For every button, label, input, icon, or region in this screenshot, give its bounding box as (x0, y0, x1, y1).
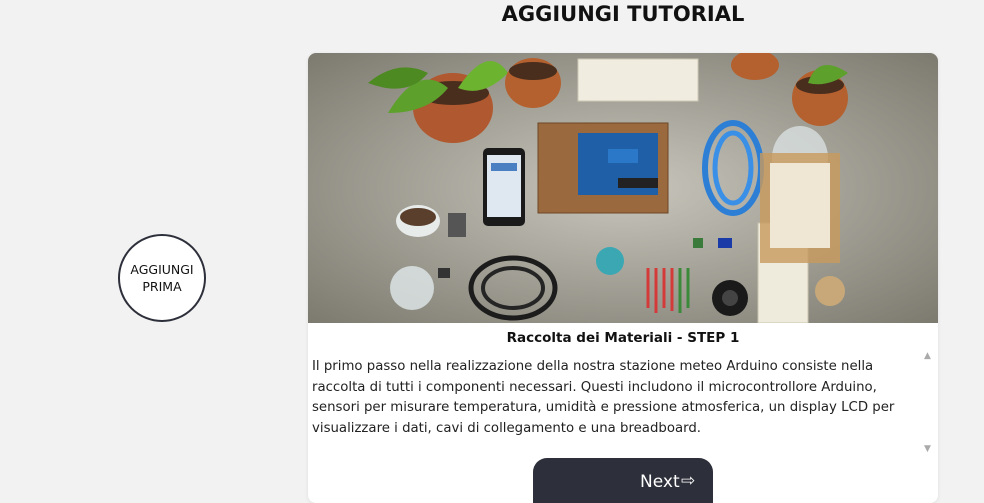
add-before-label: AGGIUNGI PRIMA (130, 262, 194, 294)
next-button[interactable]: Next ⇨ (533, 458, 713, 503)
page-title: AGGIUNGI TUTORIAL (501, 2, 745, 26)
step-title: Raccolta dei Materiali - STEP 1 (506, 330, 740, 346)
next-button-label: Next (640, 472, 680, 492)
scroll-down-chevron-icon[interactable]: ▼ (924, 444, 931, 454)
scroll-up-chevron-icon[interactable]: ▲ (924, 351, 931, 361)
tutorial-step-card: Raccolta dei Materiali - STEP 1 Il primo… (308, 53, 938, 503)
step-image (308, 53, 938, 323)
step-description: Il primo passo nella realizzazione della… (312, 359, 895, 436)
add-before-button[interactable]: AGGIUNGI PRIMA (118, 234, 206, 322)
arrow-right-icon: ⇨ (681, 471, 696, 491)
